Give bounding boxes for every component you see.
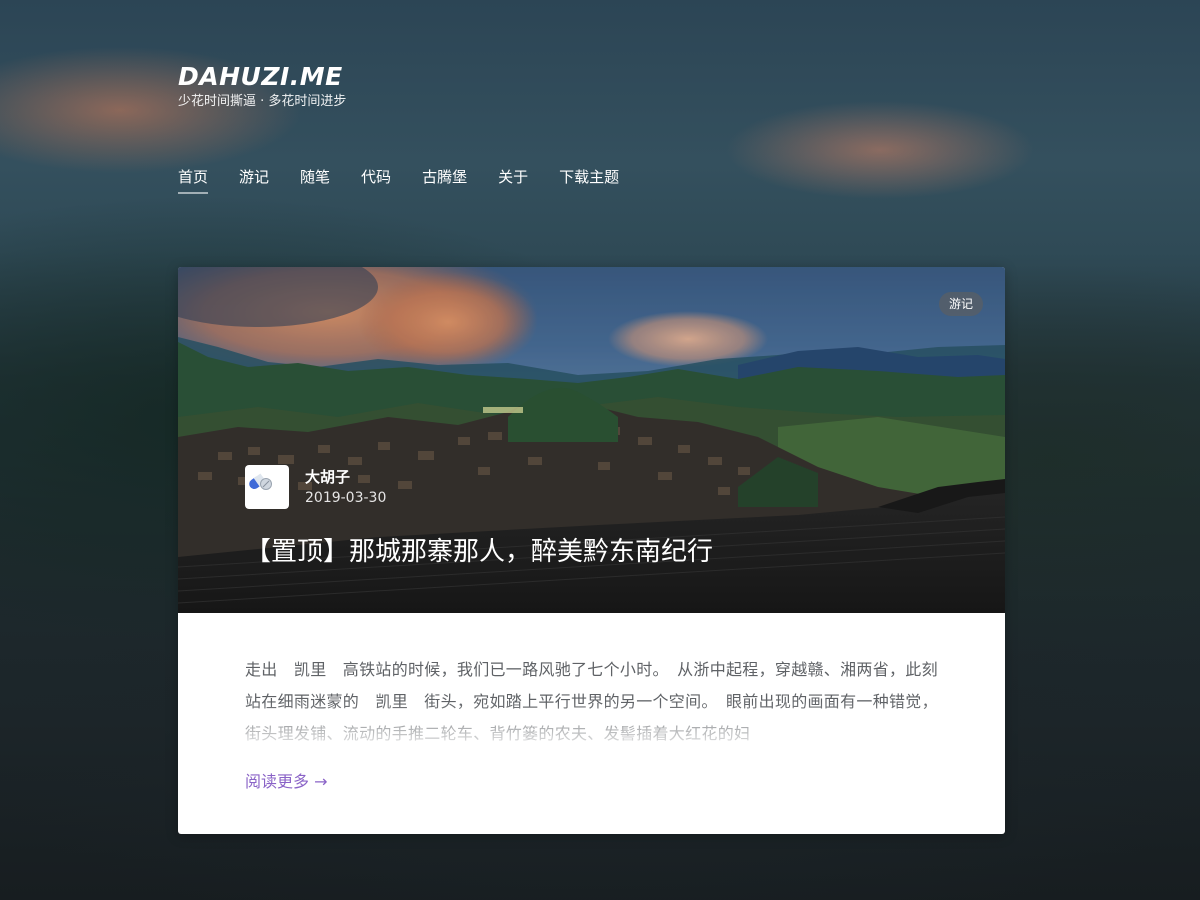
nav-item-code[interactable]: 代码 xyxy=(361,166,391,194)
site-logo[interactable]: DAHUZI.ME xyxy=(178,62,346,92)
site-tagline: 少花时间撕逼 · 多花时间进步 xyxy=(178,94,347,109)
main-nav: 首页 游记 随笔 代码 古腾堡 关于 下载主题 xyxy=(178,166,650,194)
post-excerpt-container: 走出 凯里 高铁站的时候，我们已一路风驰了七个小时。 从浙中起程，穿越赣、湘两省… xyxy=(245,654,941,750)
excerpt-fade-overlay xyxy=(245,702,941,750)
nav-item-gutenberg[interactable]: 古腾堡 xyxy=(422,166,467,194)
post-card: 游记 大胡子 2019-03-30 【置顶】那城那寨那人，醉美黔东南纪行 走出 … xyxy=(178,267,1005,834)
nav-item-home[interactable]: 首页 xyxy=(178,166,209,194)
author-name[interactable]: 大胡子 xyxy=(305,466,386,488)
author-avatar[interactable] xyxy=(245,465,289,509)
post-date: 2019-03-30 xyxy=(305,490,387,506)
nav-item-essays[interactable]: 随笔 xyxy=(300,166,330,194)
nav-item-about[interactable]: 关于 xyxy=(498,166,528,194)
read-more-link[interactable]: 阅读更多 → xyxy=(245,770,328,794)
site-header: DAHUZI.ME 少花时间撕逼 · 多花时间进步 xyxy=(178,62,346,111)
category-badge[interactable]: 游记 xyxy=(938,292,983,316)
post-title[interactable]: 【置顶】那城那寨那人，醉美黔东南纪行 xyxy=(245,533,713,571)
author-meta: 大胡子 2019-03-30 xyxy=(305,466,386,508)
author-info: 大胡子 2019-03-30 xyxy=(245,465,386,509)
post-cover-image[interactable]: 游记 大胡子 2019-03-30 【置顶】那城那寨那人，醉美黔东南纪行 xyxy=(178,267,1005,613)
pill-icon xyxy=(249,473,272,490)
nav-item-travel[interactable]: 游记 xyxy=(239,166,269,194)
nav-item-download-theme[interactable]: 下载主题 xyxy=(559,166,619,194)
